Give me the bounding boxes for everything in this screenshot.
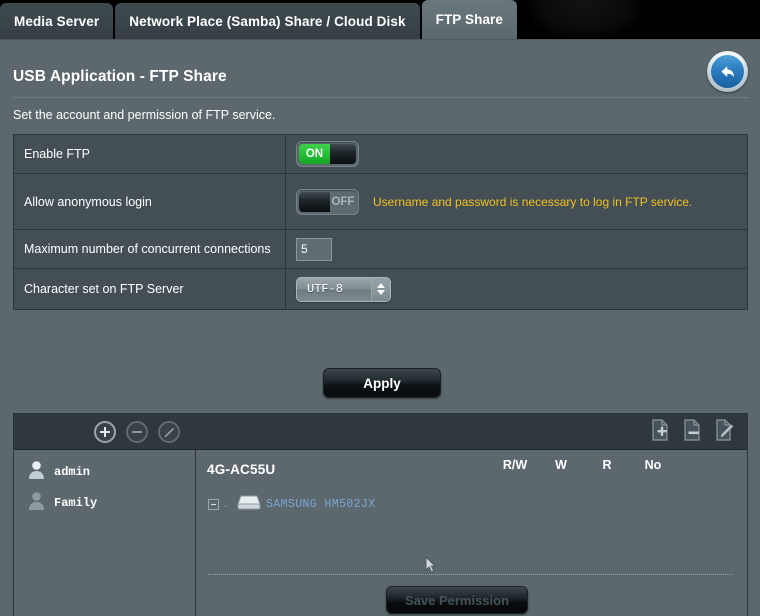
permission-column-w: W bbox=[555, 458, 567, 472]
setting-row-enable-ftp: Enable FTP ON bbox=[14, 135, 747, 174]
create-share-folder-icon[interactable] bbox=[650, 418, 670, 446]
list-item[interactable]: admin bbox=[28, 458, 195, 486]
edit-user-icon[interactable] bbox=[158, 421, 180, 443]
tab-label: Network Place (Samba) Share / Cloud Disk bbox=[129, 13, 406, 29]
character-set-value: UTF-8 bbox=[307, 282, 344, 296]
setting-row-max-connections: Maximum number of concurrent connections bbox=[14, 230, 747, 269]
list-item[interactable]: Family bbox=[28, 489, 195, 517]
table-row: .. SAMSUNG HM502JX bbox=[202, 493, 747, 516]
folder-actions-group bbox=[650, 414, 735, 450]
add-user-icon[interactable] bbox=[94, 421, 116, 443]
setting-field: OFF Username and password is necessary t… bbox=[286, 174, 747, 229]
setting-field bbox=[286, 230, 747, 268]
user-list: admin Family bbox=[14, 450, 196, 616]
panel-body: admin Family 4G-AC55U R/W W R No .. SAMS… bbox=[14, 450, 747, 616]
page-title: USB Application - FTP Share bbox=[13, 68, 227, 85]
apply-button-label: Apply bbox=[363, 375, 401, 391]
setting-label: Maximum number of concurrent connections bbox=[14, 230, 286, 268]
toggle-knob bbox=[299, 191, 330, 212]
save-permission-label: Save Permission bbox=[404, 592, 510, 608]
toggle-on-label: ON bbox=[299, 144, 330, 164]
back-arrow-icon bbox=[711, 55, 744, 88]
toggle-off-label: OFF bbox=[331, 195, 355, 208]
user-avatar-icon bbox=[28, 460, 45, 485]
rename-share-folder-icon[interactable] bbox=[714, 418, 735, 446]
user-name: admin bbox=[54, 465, 91, 479]
tab-media-server[interactable]: Media Server bbox=[0, 3, 114, 39]
tree-collapse-toggle[interactable] bbox=[208, 499, 219, 510]
setting-label: Enable FTP bbox=[14, 135, 286, 173]
apply-button[interactable]: Apply bbox=[323, 368, 441, 398]
user-actions-group bbox=[94, 414, 180, 450]
permission-column-r: R bbox=[602, 458, 612, 472]
anonymous-login-hint: Username and password is necessary to lo… bbox=[373, 194, 693, 209]
setting-field: ON bbox=[286, 135, 747, 173]
page-subtitle: Set the account and permission of FTP se… bbox=[13, 108, 276, 122]
spinner-arrows-icon[interactable] bbox=[371, 277, 390, 301]
tab-label: Media Server bbox=[14, 13, 100, 29]
hard-disk-icon bbox=[236, 493, 262, 516]
max-connections-input[interactable] bbox=[296, 237, 332, 261]
tab-network-place-samba-share-cloud-disk[interactable]: Network Place (Samba) Share / Cloud Disk bbox=[115, 3, 420, 39]
tab-ftp-share[interactable]: FTP Share bbox=[421, 0, 518, 39]
allow-anonymous-login-toggle[interactable]: OFF bbox=[296, 188, 359, 215]
character-set-select[interactable]: UTF-8 bbox=[296, 276, 391, 302]
setting-label: Allow anonymous login bbox=[14, 174, 286, 229]
setting-row-character-set: Character set on FTP Server UTF-8 bbox=[14, 269, 747, 309]
user-name: Family bbox=[54, 496, 98, 510]
setting-row-allow-anonymous-login: Allow anonymous login OFF Username and p… bbox=[14, 174, 747, 230]
busy-cursor-icon bbox=[424, 555, 438, 576]
delete-share-folder-icon[interactable] bbox=[682, 418, 702, 446]
user-avatar-icon bbox=[28, 491, 45, 516]
enable-ftp-toggle[interactable]: ON bbox=[296, 141, 359, 167]
settings-table: Enable FTP ON Allow anonymous login OFF … bbox=[13, 134, 748, 310]
permission-column-headers: R/W W R No bbox=[492, 458, 692, 472]
tree-connector-icon: .. bbox=[223, 498, 229, 510]
back-button[interactable] bbox=[707, 51, 748, 92]
share-root-label: 4G-AC55U bbox=[207, 461, 276, 477]
permission-column-no: No bbox=[644, 458, 662, 472]
disk-label[interactable]: SAMSUNG HM502JX bbox=[266, 498, 376, 511]
title-divider bbox=[13, 97, 748, 98]
permission-panel: admin Family 4G-AC55U R/W W R No .. SAMS… bbox=[13, 413, 748, 616]
section-divider bbox=[208, 574, 732, 575]
permission-column-rw: R/W bbox=[502, 458, 528, 472]
app-root: Media Server Network Place (Samba) Share… bbox=[0, 0, 760, 616]
tab-label: FTP Share bbox=[435, 12, 504, 27]
panel-toolbar bbox=[14, 414, 747, 450]
tabbar-shadow bbox=[530, 0, 640, 38]
tab-bar: Media Server Network Place (Samba) Share… bbox=[0, 0, 760, 39]
share-tree: 4G-AC55U R/W W R No .. SAMSUNG HM502JX S… bbox=[196, 450, 747, 616]
page-body: USB Application - FTP Share Set the acco… bbox=[0, 39, 760, 616]
save-permission-button[interactable]: Save Permission bbox=[386, 586, 528, 614]
setting-field: UTF-8 bbox=[286, 269, 747, 309]
setting-label: Character set on FTP Server bbox=[14, 269, 286, 309]
toggle-knob bbox=[329, 144, 356, 164]
remove-user-icon[interactable] bbox=[126, 421, 148, 443]
